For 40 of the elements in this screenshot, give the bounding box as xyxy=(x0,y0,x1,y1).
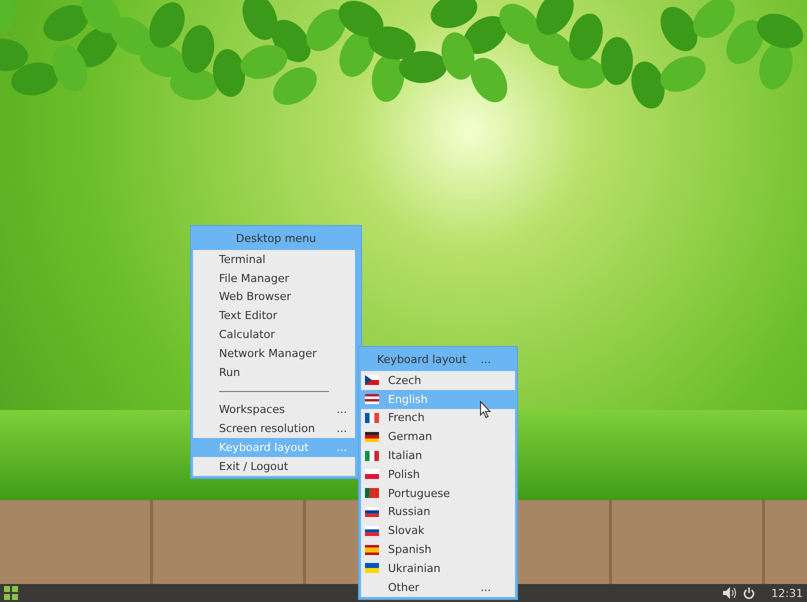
menu-item[interactable]: Italian xyxy=(361,446,515,465)
menu-item[interactable]: Spanish xyxy=(361,540,515,559)
flag-icon xyxy=(365,450,379,461)
flag-icon xyxy=(365,394,379,404)
flag-icon xyxy=(365,544,379,555)
power-icon[interactable] xyxy=(743,587,756,599)
menu-item[interactable]: Portuguese xyxy=(361,484,515,503)
menu-item[interactable]: Text Editor xyxy=(193,306,355,326)
menu-item[interactable]: French xyxy=(361,408,515,428)
menu-item[interactable]: Network Manager xyxy=(193,344,355,363)
menu-item[interactable]: Russian xyxy=(361,502,515,522)
more-indicator: ... xyxy=(480,352,492,366)
menu-item[interactable]: Ukrainian xyxy=(361,558,515,578)
flag-icon xyxy=(365,469,379,480)
menu-item[interactable]: Calculator xyxy=(193,325,355,344)
menu-item[interactable]: Exit / Logout xyxy=(193,456,355,476)
menu-item[interactable]: Terminal xyxy=(193,250,355,269)
menu-item[interactable]: Web Browser xyxy=(193,288,355,306)
flag-icon xyxy=(365,526,379,536)
flag-icon xyxy=(365,412,379,423)
flag-icon xyxy=(365,488,379,498)
menu-item[interactable]: Slovak xyxy=(361,521,515,540)
menu-item[interactable]: Czech xyxy=(361,371,515,390)
menu-item[interactable]: Workspaces ... xyxy=(193,400,355,420)
flag-icon xyxy=(365,375,379,386)
menu-title: Keyboard layout xyxy=(377,352,467,366)
menu-item[interactable]: Polish xyxy=(361,464,515,484)
flag-icon xyxy=(365,506,379,517)
flag-icon xyxy=(365,432,379,442)
cursor-icon xyxy=(480,401,491,418)
menu-item[interactable]: Run xyxy=(193,362,355,382)
flag-icon xyxy=(365,563,379,574)
clock: 12:31 xyxy=(771,586,803,600)
menu-item[interactable]: Other ... xyxy=(361,578,515,597)
volume-icon[interactable] xyxy=(723,587,738,599)
menu-item[interactable]: File Manager xyxy=(193,268,355,288)
menu-grid-icon[interactable] xyxy=(4,586,18,600)
menu-item[interactable]: Screen resolution ... xyxy=(193,419,355,438)
menu-title: Desktop menu xyxy=(234,230,318,246)
menu-item[interactable]: German xyxy=(361,427,515,446)
